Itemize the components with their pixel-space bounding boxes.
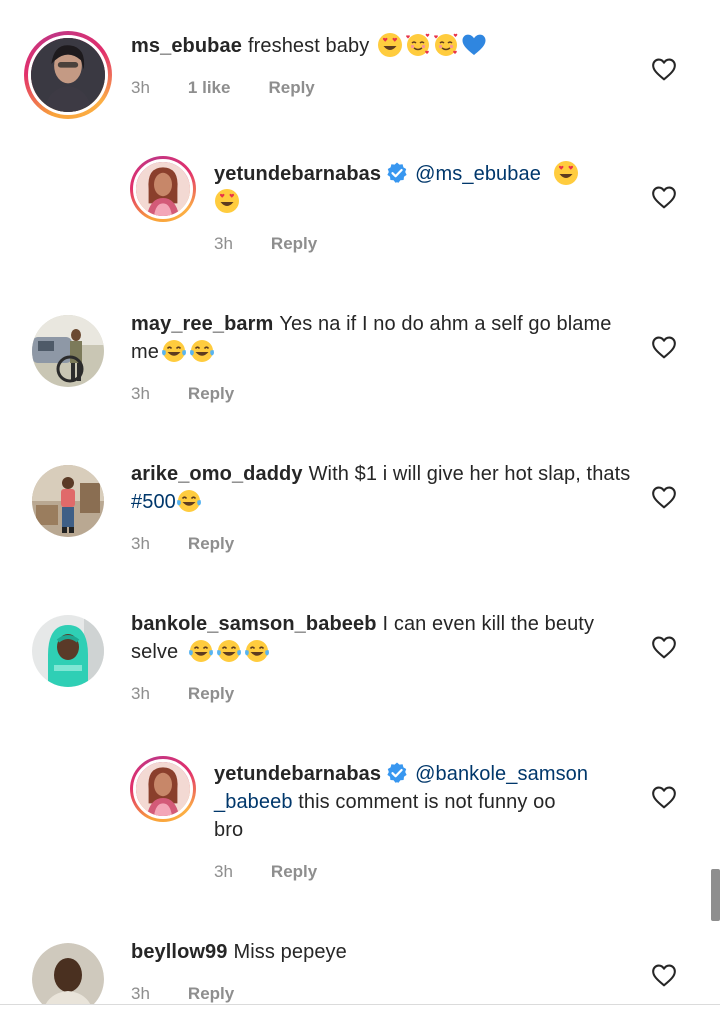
- reply-button[interactable]: Reply: [271, 234, 317, 254]
- comment-mention-continued[interactable]: _babeeb: [214, 791, 293, 813]
- avatar-frame[interactable]: [32, 943, 104, 1004]
- verified-badge-icon: [385, 161, 409, 185]
- tears-of-joy-emoji-icon: [176, 488, 202, 514]
- scrollbar-thumb[interactable]: [711, 869, 720, 921]
- avatar[interactable]: [133, 759, 193, 819]
- avatar-frame[interactable]: [32, 315, 104, 387]
- heart-eyes-emoji-icon: [214, 188, 240, 214]
- comment-mention[interactable]: @ms_ebubae: [415, 163, 541, 185]
- comment-time: 3h: [131, 78, 150, 97]
- comment-mention[interactable]: @bankole_samson: [415, 763, 588, 785]
- comment-username[interactable]: may_ree_barm: [131, 313, 273, 335]
- comment-body: bankole_samson_babeeb I can even kill the…: [131, 610, 631, 666]
- comment-meta: 3h Reply: [131, 984, 272, 1004]
- heart-eyes-emoji-icon: [553, 160, 579, 186]
- comment-body: yetundebarnabas @ms_ebubae: [214, 160, 634, 216]
- comment-time: 3h: [131, 384, 150, 403]
- comment-body: beyllow99 Miss pepeye: [131, 938, 631, 966]
- avatar[interactable]: [32, 315, 104, 387]
- verified-badge-icon: [385, 761, 409, 785]
- smiling-face-with-hearts-emoji-icon: [405, 32, 431, 58]
- comment-username[interactable]: yetundebarnabas: [214, 763, 381, 785]
- avatar-image: [32, 943, 104, 1004]
- comment-text: Miss pepeye: [233, 941, 347, 963]
- comment-username[interactable]: ms_ebubae: [131, 35, 242, 57]
- comment-meta: 3h Reply: [214, 234, 355, 254]
- avatar[interactable]: [32, 465, 104, 537]
- comment-username[interactable]: bankole_samson_babeeb: [131, 613, 377, 635]
- comment-time: 3h: [131, 684, 150, 703]
- reply-button[interactable]: Reply: [268, 78, 314, 98]
- reply-button[interactable]: Reply: [271, 862, 317, 882]
- heart-outline-icon[interactable]: [651, 485, 677, 509]
- comment-body: yetundebarnabas @bankole_samson _babeeb th…: [214, 760, 644, 844]
- blue-heart-emoji-icon: [461, 32, 487, 58]
- comment-text-continued: bro: [214, 819, 244, 841]
- avatar-image: [32, 615, 104, 687]
- avatar-image: [32, 315, 104, 387]
- avatar-frame[interactable]: [32, 615, 104, 687]
- reply-button[interactable]: Reply: [188, 384, 234, 404]
- avatar-image: [32, 465, 104, 537]
- comment-meta: 3h Reply: [131, 684, 272, 704]
- avatar[interactable]: [28, 35, 108, 115]
- comment-body: arike_omo_daddy With $1 i will give her h…: [131, 460, 631, 516]
- heart-outline-icon[interactable]: [651, 785, 677, 809]
- tears-of-joy-emoji-icon: [216, 638, 242, 664]
- comment-username[interactable]: arike_omo_daddy: [131, 463, 303, 485]
- avatar-story-ring[interactable]: [130, 156, 196, 222]
- heart-outline-icon[interactable]: [651, 335, 677, 359]
- comment-text: freshest baby: [247, 35, 370, 57]
- comment-username[interactable]: beyllow99: [131, 941, 228, 963]
- heart-outline-icon[interactable]: [651, 185, 677, 209]
- comment-body: ms_ebubae freshest baby: [131, 32, 641, 60]
- comment-time: 3h: [214, 862, 233, 881]
- comment-likes[interactable]: 1 like: [188, 78, 231, 98]
- comment-meta: 3h 1 like Reply: [131, 78, 353, 98]
- reply-button[interactable]: Reply: [188, 534, 234, 554]
- heart-outline-icon[interactable]: [651, 57, 677, 81]
- tears-of-joy-emoji-icon: [189, 338, 215, 364]
- avatar[interactable]: [32, 943, 104, 1004]
- tears-of-joy-emoji-icon: [188, 638, 214, 664]
- comment-body: may_ree_barm Yes na if I no do ahm a self…: [131, 310, 631, 366]
- comment-text: this comment is not funny oo: [298, 791, 556, 813]
- comment-text: With $1 i will give her hot slap, thats: [308, 463, 631, 485]
- smiling-face-with-hearts-emoji-icon: [433, 32, 459, 58]
- reply-button[interactable]: Reply: [188, 684, 234, 704]
- comment-time: 3h: [131, 984, 150, 1003]
- avatar[interactable]: [133, 159, 193, 219]
- avatar-image: [136, 162, 190, 216]
- tears-of-joy-emoji-icon: [244, 638, 270, 664]
- comment-meta: 3h Reply: [131, 384, 272, 404]
- heart-eyes-emoji-icon: [377, 32, 403, 58]
- avatar-image: [31, 38, 105, 112]
- reply-button[interactable]: Reply: [188, 984, 234, 1004]
- avatar-story-ring[interactable]: [130, 756, 196, 822]
- comment-hashtag[interactable]: #500: [131, 491, 176, 513]
- avatar-image: [136, 762, 190, 816]
- comment-time: 3h: [214, 234, 233, 253]
- heart-outline-icon[interactable]: [651, 963, 677, 987]
- comment-username[interactable]: yetundebarnabas: [214, 163, 381, 185]
- avatar-story-ring[interactable]: [24, 31, 112, 119]
- comment-meta: 3h Reply: [131, 534, 272, 554]
- avatar-frame[interactable]: [32, 465, 104, 537]
- heart-outline-icon[interactable]: [651, 635, 677, 659]
- divider: [0, 1004, 720, 1005]
- comment-time: 3h: [131, 534, 150, 553]
- comment-meta: 3h Reply: [214, 862, 355, 882]
- avatar[interactable]: [32, 615, 104, 687]
- tears-of-joy-emoji-icon: [161, 338, 187, 364]
